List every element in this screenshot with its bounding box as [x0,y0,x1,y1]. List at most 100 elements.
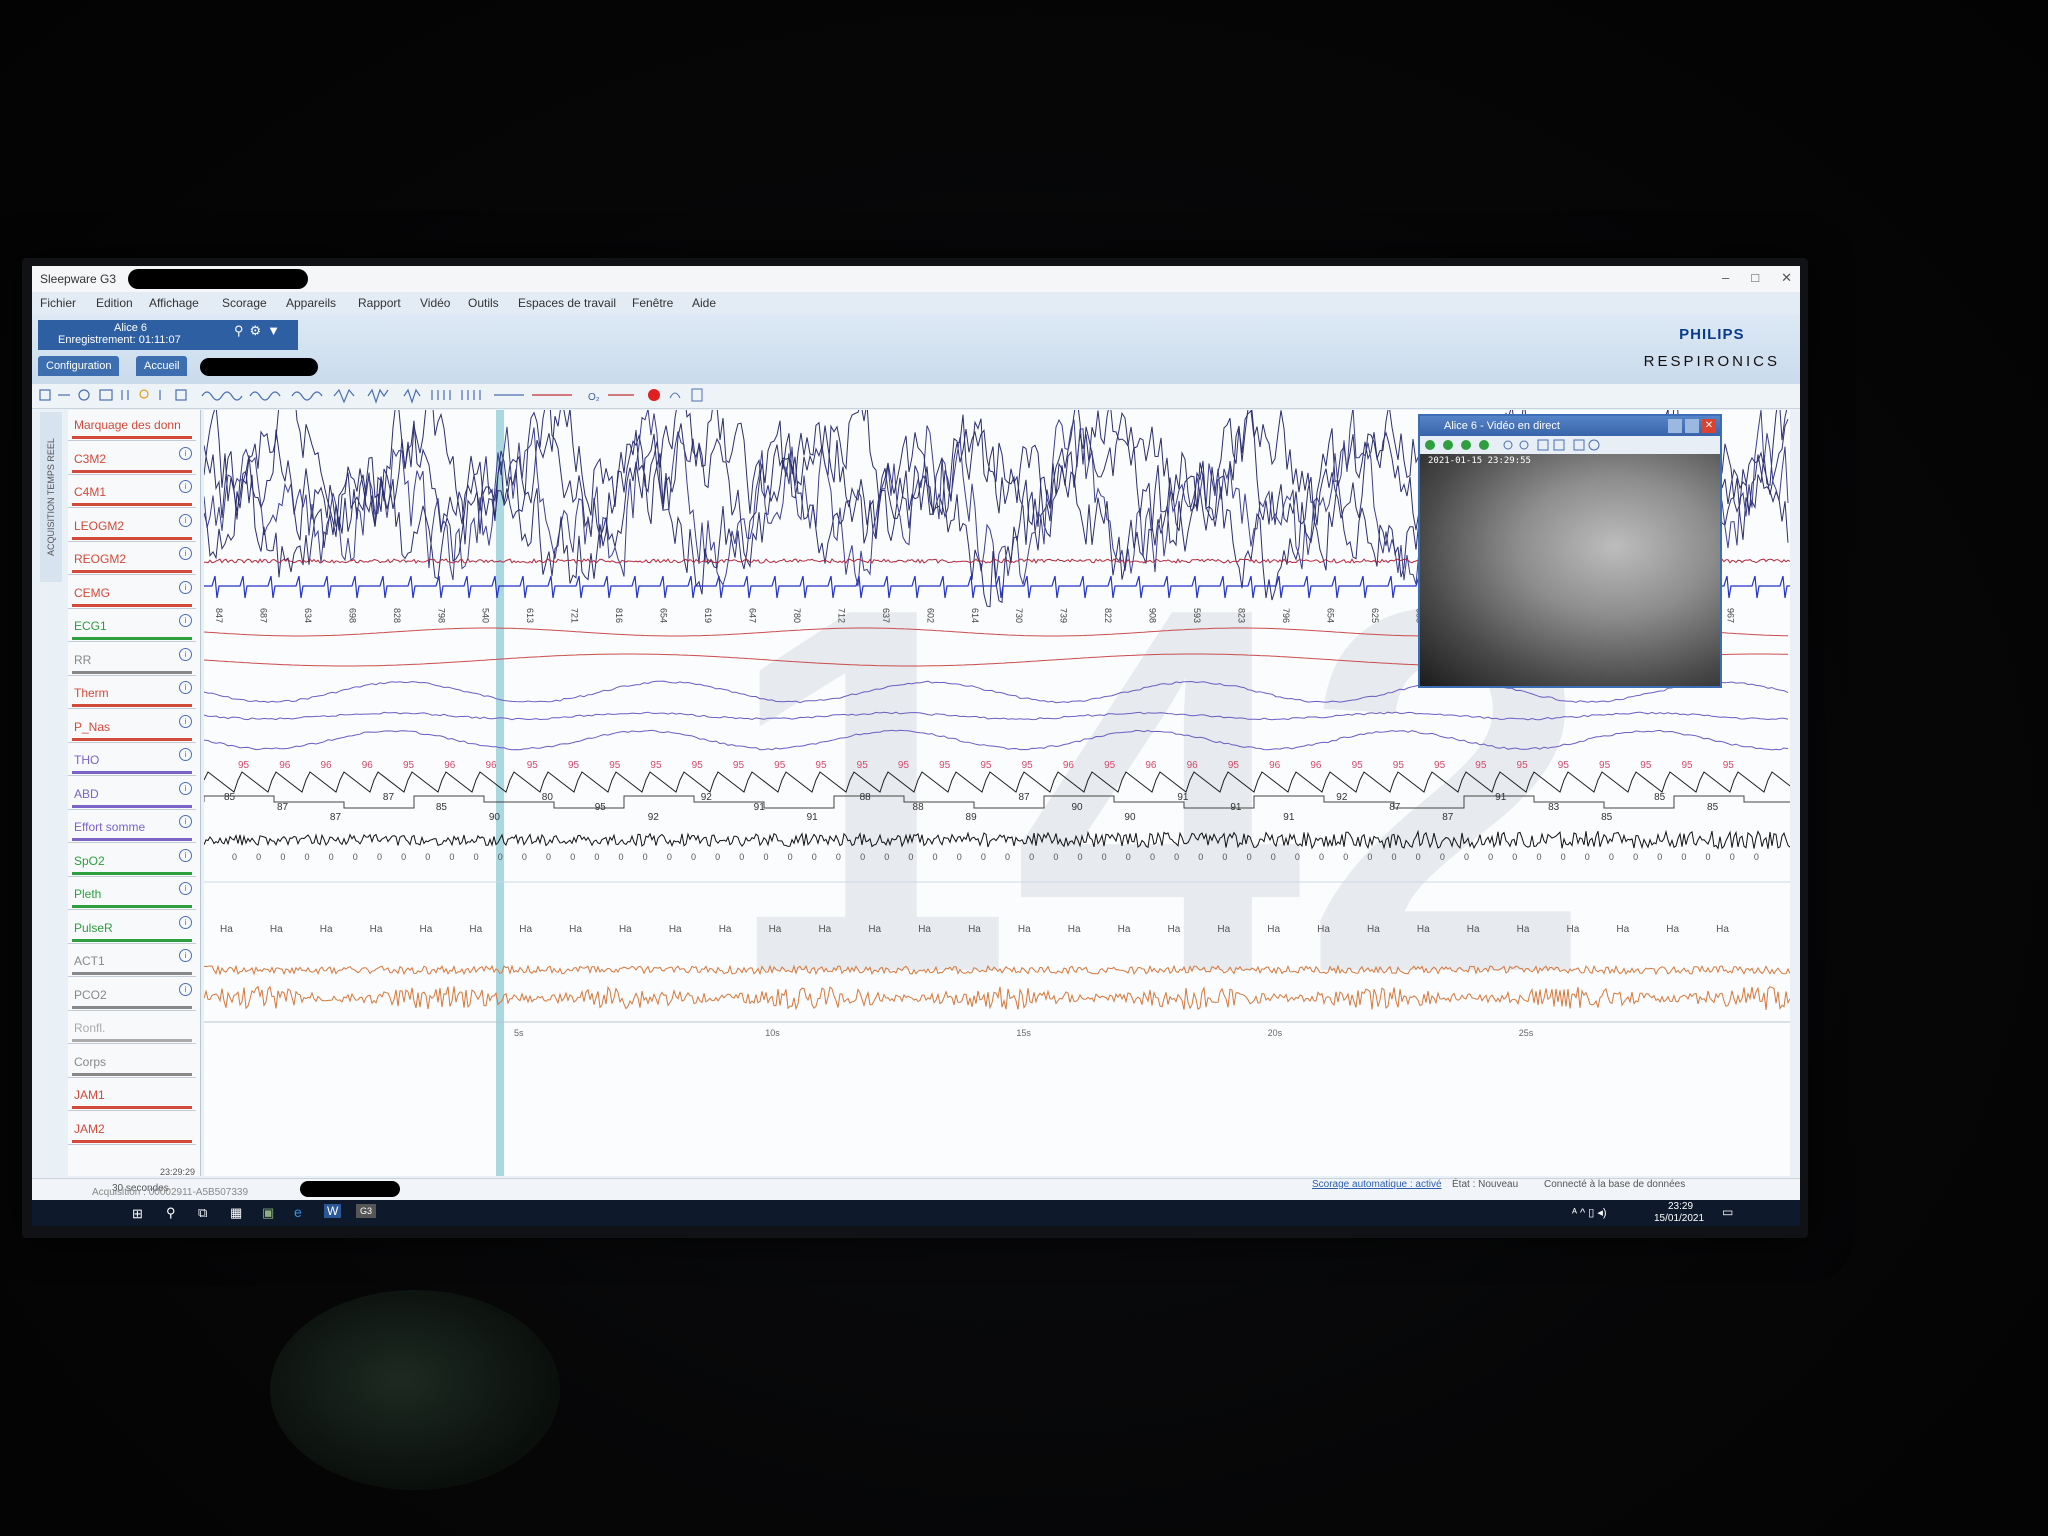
channel-pleth[interactable]: Pleth i [68,879,196,910]
toolbar-icons[interactable]: O₂ [32,384,792,408]
channel-p-nas[interactable]: P_Nas i [68,712,196,743]
spo2-value: 95 [568,760,580,771]
channel-cemg[interactable]: CEMG i [68,578,196,609]
rr-value: 816 [614,608,624,623]
video-window[interactable]: Alice 6 - Vidéo en direct 2021-01-15 23:… [1418,414,1722,688]
info-icon[interactable]: i [179,848,192,862]
video-controls-icon[interactable] [1420,436,1720,454]
notification-icon[interactable]: ▭ [1722,1205,1733,1219]
channel-corps[interactable]: Corps [68,1047,196,1078]
menu-scorage[interactable]: Scorage [222,296,267,310]
rr-value: 908 [1148,608,1158,623]
pleth-value: 91 [807,812,819,823]
channel-c3m2[interactable]: C3M2 i [68,444,196,475]
info-icon[interactable]: i [179,547,192,560]
act-value: 0 [256,852,261,862]
channel-label: SpO2 [74,853,105,868]
spo2-value: 95 [692,760,704,771]
act-value: 0 [377,852,382,862]
spo2-value: 96 [1063,760,1075,771]
calculator-icon[interactable]: ▦ [230,1205,242,1221]
channel-therm[interactable]: Therm i [68,678,196,709]
sleepware-taskbar-icon[interactable]: G3 [356,1204,377,1218]
info-icon[interactable]: i [179,480,192,493]
menu-fenetre[interactable]: Fenêtre [632,296,673,310]
channel-ronfl-[interactable]: Ronfl. [68,1013,196,1044]
info-icon[interactable]: i [179,815,192,828]
channel-tho[interactable]: THO i [68,745,196,776]
channel-label: Ronfl. [74,1021,106,1035]
app-icon[interactable]: ▣ [262,1205,274,1221]
channel-jam1[interactable]: JAM1 [68,1080,196,1111]
channel-act1[interactable]: ACT1 i [68,946,196,977]
channel-jam2[interactable]: JAM2 [68,1114,196,1145]
info-icon[interactable]: i [179,781,192,795]
info-icon[interactable]: i [179,949,192,962]
task-view-icon[interactable]: ⧉ [198,1205,207,1221]
position-value: Ha [1716,924,1729,935]
info-icon[interactable]: i [179,915,192,929]
channel-spo2[interactable]: SpO2 i [68,846,196,877]
patient-tools-icon[interactable]: ⚲⚙▼ [234,324,286,337]
info-icon[interactable]: i [179,647,192,661]
minimize-icon[interactable]: – [1722,270,1729,286]
act-value: 0 [594,852,599,862]
video-maximize-icon[interactable] [1685,419,1699,433]
position-value: Ha [1168,924,1181,935]
time-tick: 20s [1268,1028,1283,1038]
channel-color-bar [72,972,192,975]
channel-marquage-des-donn[interactable]: Marquage des donn [68,410,196,441]
tab-configuration[interactable]: Configuration [38,356,120,376]
word-icon[interactable]: W [324,1204,342,1218]
channel-leogm2[interactable]: LEOGM2 i [68,511,196,542]
info-icon[interactable]: i [179,882,192,895]
menu-edition[interactable]: Edition [96,296,133,310]
channel-label: CEMG [74,585,110,600]
close-icon[interactable]: ✕ [1781,270,1792,286]
status-scoring[interactable]: Scorage automatique : activé [1312,1179,1442,1190]
realtime-sidebar[interactable]: ACQUISITION TEMPS REEL [40,412,62,582]
menu-appareils[interactable]: Appareils [286,296,336,310]
menu-aide[interactable]: Aide [692,296,716,310]
pleth-value: 83 [1548,802,1560,813]
video-close-icon[interactable]: ✕ [1702,419,1716,433]
channel-pco2[interactable]: PCO2 i [68,980,196,1011]
maximize-icon[interactable]: □ [1751,270,1759,286]
position-value: Ha [1367,924,1380,935]
info-icon[interactable]: i [179,446,192,460]
search-icon[interactable]: ⚲ [166,1205,176,1221]
channel-c4m1[interactable]: C4M1 i [68,477,196,508]
menu-affichage[interactable]: Affichage [149,296,199,310]
menu-rapport[interactable]: Rapport [358,296,401,310]
menu-outils[interactable]: Outils [468,296,499,310]
tab-accueil[interactable]: Accueil [136,356,188,376]
channel-ecg1[interactable]: ECG1 i [68,611,196,642]
menu-espaces[interactable]: Espaces de travail [518,296,616,310]
channel-label: ECG1 [74,619,107,633]
position-value: Ha [320,924,333,935]
rr-value: 602 [925,608,935,623]
tray-icons[interactable]: ᴬ ^ ▯ ◂) [1572,1206,1607,1219]
channel-effort-somme[interactable]: Effort somme i [68,812,196,843]
spo2-value: 95 [238,760,250,771]
act-value: 0 [860,852,865,862]
channel-label: LEOGM2 [74,518,125,533]
menu-fichier[interactable]: Fichier [40,296,76,310]
channel-reogm2[interactable]: REOGM2 i [68,544,196,575]
info-icon[interactable]: i [179,748,192,761]
info-icon[interactable]: i [179,513,192,527]
info-icon[interactable]: i [179,982,192,996]
info-icon[interactable]: i [179,580,192,594]
menu-video[interactable]: Vidéo [420,296,450,310]
edge-icon[interactable]: e [294,1204,302,1220]
position-value: Ha [1317,924,1330,935]
info-icon[interactable]: i [179,614,192,627]
start-icon[interactable]: ⊞ [132,1206,143,1222]
channel-pulser[interactable]: PulseR i [68,913,196,944]
info-icon[interactable]: i [179,681,192,694]
channel-rr[interactable]: RR i [68,645,196,676]
rr-value: 780 [792,608,802,623]
info-icon[interactable]: i [179,714,192,728]
video-minimize-icon[interactable] [1668,419,1682,433]
channel-abd[interactable]: ABD i [68,779,196,810]
